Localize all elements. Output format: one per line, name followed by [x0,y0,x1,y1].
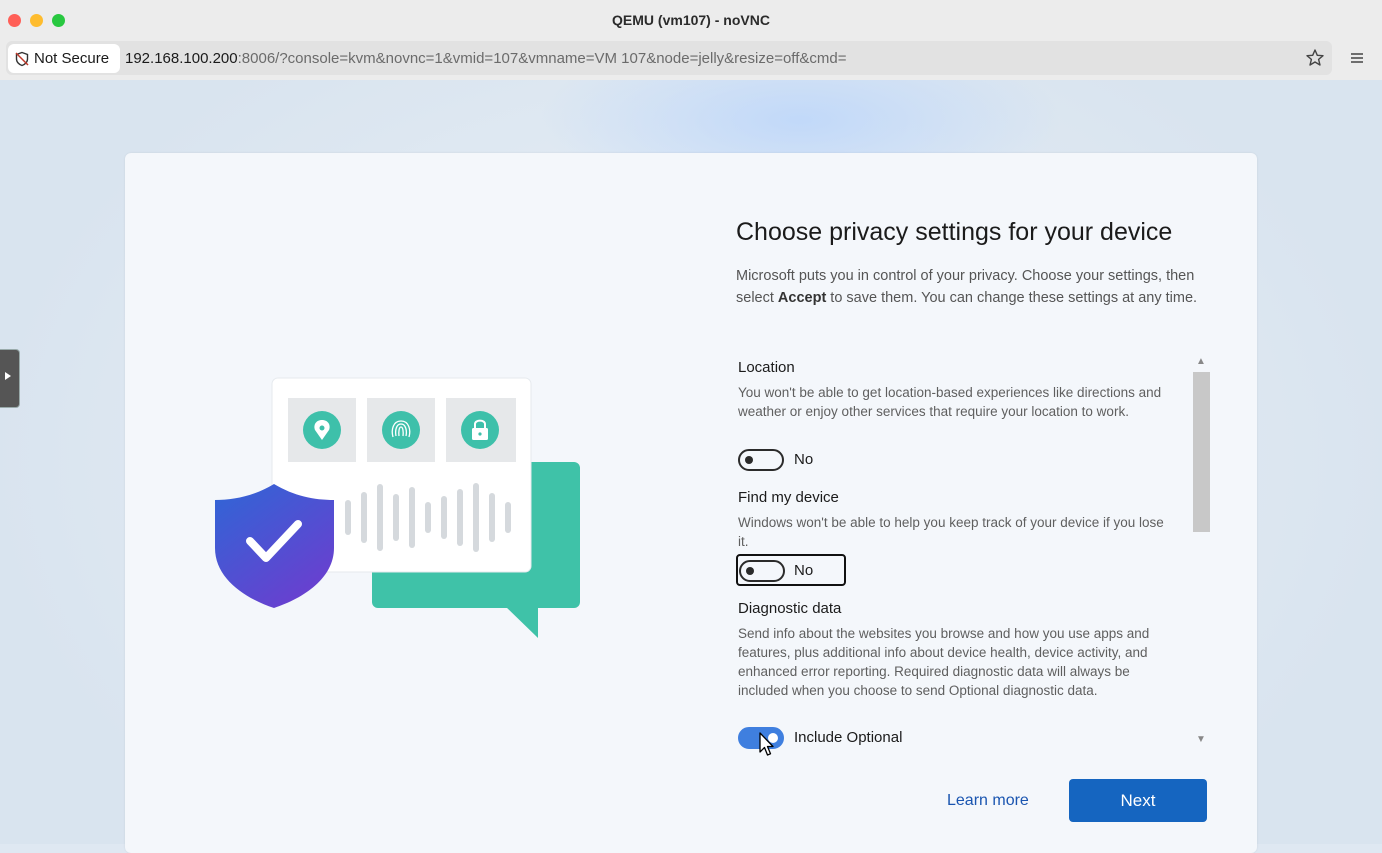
diagnostic-data-toggle-label: Include Optional [794,729,903,746]
page-title: Choose privacy settings for your device [736,218,1173,246]
location-description: You won't be able to get location-based … [738,385,1162,419]
toggle-knob [745,456,753,464]
diagnostic-data-description: Send info about the websites you browse … [738,626,1150,698]
toggle-knob [746,567,754,575]
find-my-device-toggle[interactable] [739,560,785,582]
diagnostic-data-title: Diagnostic data [738,600,842,617]
page-description: Microsoft puts you in control of your pr… [736,266,1206,309]
mouse-cursor-icon [759,732,774,756]
settings-scrollbar[interactable]: ▲ ▼ [1193,356,1210,750]
location-title: Location [738,359,795,376]
location-toggle-label: No [794,451,814,468]
menu-icon[interactable] [1349,50,1365,66]
desc-text-end: to save them. You can change these setti… [826,289,1198,306]
next-button[interactable]: Next [1069,779,1207,822]
star-icon[interactable] [1305,48,1325,68]
find-my-device-description: Windows won't be able to help you keep t… [738,515,1164,549]
location-toggle[interactable] [738,449,784,471]
find-my-device-toggle-label: No [794,562,814,579]
find-my-device-title: Find my device [738,489,839,506]
privacy-illustration [215,377,580,638]
desc-accept: Accept [777,289,827,306]
scrollbar-thumb[interactable] [1193,372,1210,532]
scroll-up-arrow-icon[interactable]: ▲ [1196,356,1206,367]
scroll-down-arrow-icon[interactable]: ▼ [1196,734,1206,745]
learn-more-link[interactable]: Learn more [947,792,1029,810]
